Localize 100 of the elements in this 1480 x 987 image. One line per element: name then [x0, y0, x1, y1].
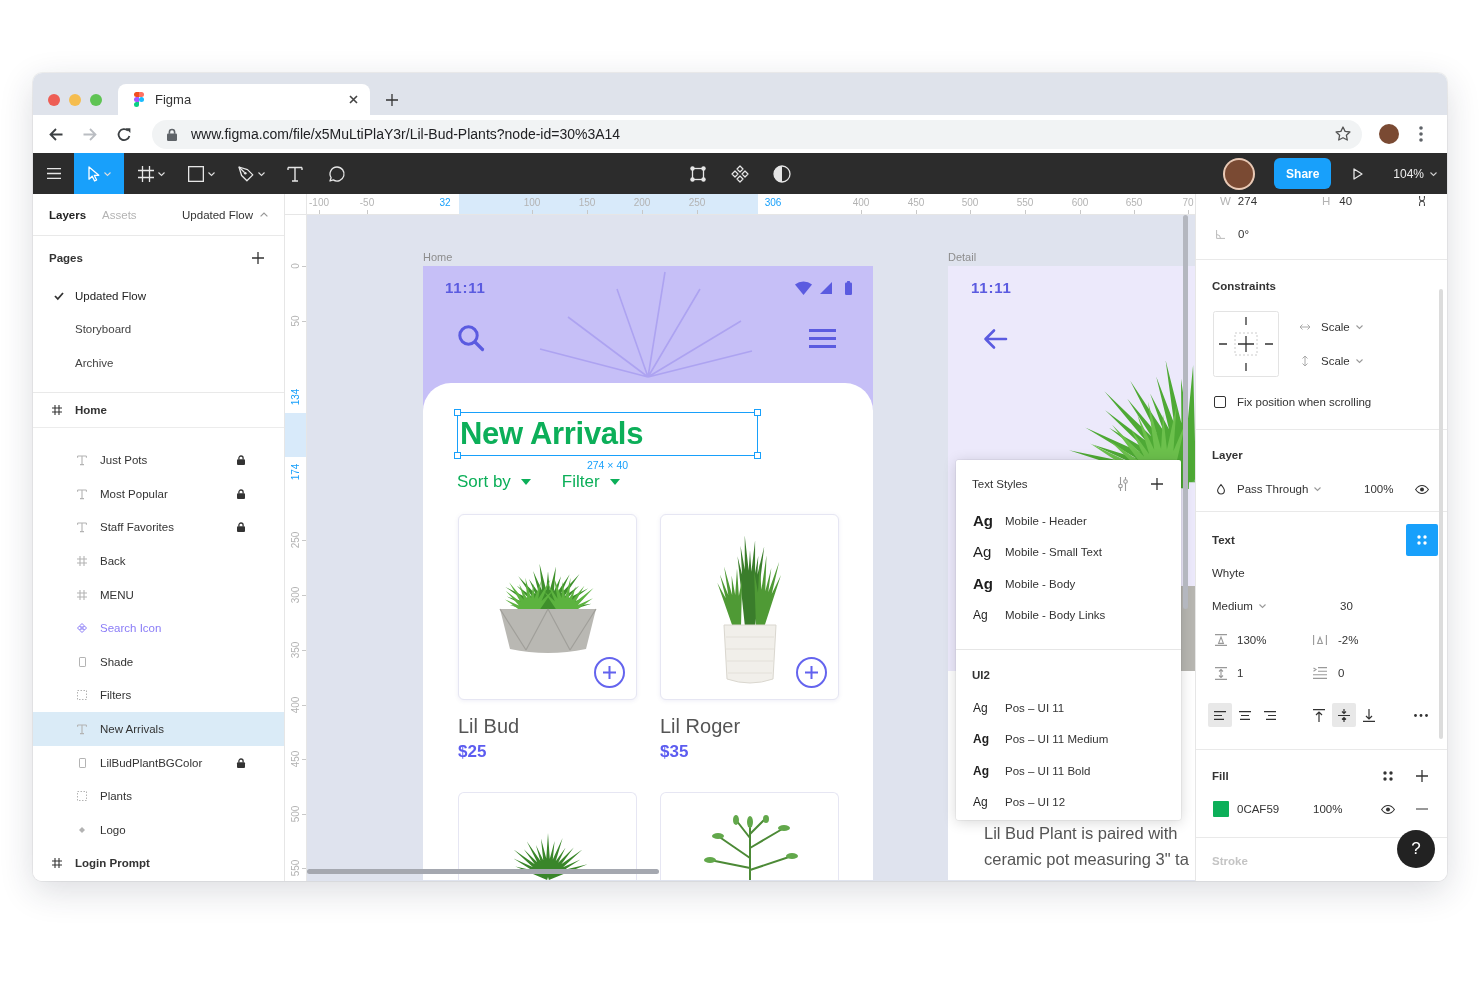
- horizontal-scrollbar[interactable]: [307, 869, 659, 874]
- diamond-icon: [79, 826, 85, 833]
- resize-handle[interactable]: [754, 409, 761, 416]
- menu-icon[interactable]: [809, 328, 836, 348]
- four-dots-icon[interactable]: [1383, 771, 1393, 781]
- more-icon[interactable]: [1414, 713, 1428, 717]
- type-sample: Ag: [973, 731, 989, 749]
- layer-item[interactable]: Search Icon: [33, 611, 284, 646]
- plus-icon[interactable]: [1416, 770, 1428, 782]
- scrollbar[interactable]: [1439, 289, 1443, 739]
- caret-icon: [609, 479, 620, 485]
- back-arrow-icon[interactable]: [49, 127, 63, 141]
- link-icon[interactable]: [1419, 196, 1425, 206]
- align-middle-button[interactable]: [1332, 703, 1356, 727]
- layer-item[interactable]: MENU: [33, 577, 284, 612]
- product-card[interactable]: [458, 514, 637, 700]
- more-vertical-icon[interactable]: [1419, 126, 1423, 142]
- section-title: Fill: [1212, 769, 1229, 783]
- text-style-item[interactable]: Ag Mobile - Body Links: [956, 599, 1181, 631]
- bounding-box-icon[interactable]: [690, 165, 706, 182]
- plus-icon[interactable]: [252, 251, 264, 264]
- eye-icon[interactable]: [1381, 804, 1395, 814]
- layer-item[interactable]: Shade: [33, 645, 284, 679]
- type-sample: Ag: [973, 762, 989, 780]
- letter-spacing-field[interactable]: -2%: [1338, 634, 1359, 646]
- dashed-square-icon: [77, 690, 87, 701]
- product-card[interactable]: [660, 792, 839, 880]
- dimension-field[interactable]: 274: [1237, 195, 1258, 207]
- lock-icon: [167, 127, 177, 141]
- user-avatar[interactable]: [1225, 159, 1254, 188]
- page-item[interactable]: Updated Flow: [33, 279, 284, 313]
- layer-item[interactable]: Plants: [33, 779, 284, 814]
- constraint-widget[interactable]: [1213, 311, 1279, 377]
- line-height-field[interactable]: 130%: [1237, 634, 1267, 646]
- dimension-field[interactable]: 40: [1339, 195, 1353, 207]
- add-button[interactable]: [796, 657, 827, 688]
- resize-handle[interactable]: [454, 409, 461, 416]
- text-style-item[interactable]: Ag Mobile - Small Text: [956, 536, 1181, 568]
- page-item[interactable]: Storyboard: [33, 312, 284, 346]
- layer-item[interactable]: Logo: [33, 813, 284, 847]
- zoom-menu-button[interactable]: 104%: [1393, 166, 1437, 181]
- layer-item[interactable]: Filters: [33, 678, 284, 713]
- product-card[interactable]: [458, 792, 637, 880]
- panel-tab[interactable]: Layers: [49, 208, 87, 221]
- opacity-field[interactable]: 100%: [1313, 803, 1343, 815]
- reload-icon[interactable]: [117, 127, 131, 141]
- align-left-button[interactable]: [1208, 703, 1232, 727]
- font-family-field[interactable]: Whyte: [1212, 567, 1245, 579]
- text-style-item[interactable]: Ag Mobile - Body: [956, 568, 1181, 600]
- layer-item[interactable]: New Arrivals: [33, 712, 284, 746]
- text-style-item[interactable]: Ag Mobile - Header: [956, 505, 1181, 537]
- page-menu-button[interactable]: Updated Flow: [182, 208, 268, 221]
- font-size-field[interactable]: 30: [1340, 600, 1353, 612]
- layer-item[interactable]: Just Pots: [33, 443, 284, 478]
- blend-mode-dropdown[interactable]: Pass Through: [1237, 483, 1322, 495]
- resize-handle[interactable]: [754, 452, 761, 459]
- opacity-field[interactable]: 100%: [1364, 483, 1394, 495]
- text-style-item[interactable]: Ag Pos – UI 11: [956, 692, 1181, 724]
- layer-item[interactable]: Staff Favorites: [33, 510, 284, 545]
- search-icon[interactable]: [458, 325, 484, 351]
- resize-handle[interactable]: [454, 452, 461, 459]
- play-icon[interactable]: [1353, 167, 1364, 180]
- layer-item[interactable]: Most Popular: [33, 477, 284, 511]
- text-style-item[interactable]: Ag Pos – UI 11 Medium: [956, 723, 1181, 755]
- rotation-field[interactable]: 0°: [1238, 228, 1249, 240]
- back-arrow-icon[interactable]: [983, 329, 1007, 349]
- layer-item[interactable]: Back: [33, 544, 284, 578]
- browser-tab[interactable]: Figma: [118, 84, 370, 115]
- layer-item[interactable]: Home: [33, 392, 284, 428]
- product-card[interactable]: [660, 514, 839, 700]
- add-button[interactable]: [594, 657, 625, 688]
- paragraph-spacing-field[interactable]: 1: [1237, 667, 1244, 679]
- color-swatch[interactable]: [1213, 801, 1229, 817]
- half-circle-icon[interactable]: [773, 164, 791, 183]
- text-style-item[interactable]: Ag Pos – UI 12: [956, 786, 1181, 818]
- star-icon[interactable]: [1335, 126, 1351, 142]
- plus-icon[interactable]: [386, 93, 398, 106]
- close-icon[interactable]: [349, 95, 358, 104]
- checkbox[interactable]: [1214, 396, 1226, 408]
- checkbox-label[interactable]: Fix position when scrolling: [1237, 396, 1372, 408]
- vertical-scrollbar[interactable]: [1183, 215, 1188, 609]
- sliders-icon[interactable]: [1118, 477, 1128, 491]
- constraint-dropdown[interactable]: Scale: [1321, 355, 1363, 367]
- text-style-item[interactable]: Ag Pos – UI 11 Bold: [956, 755, 1181, 787]
- eye-icon[interactable]: [1415, 484, 1429, 494]
- layer-item[interactable]: Login Prompt: [33, 846, 284, 881]
- page-item[interactable]: Archive: [33, 346, 284, 380]
- address-field[interactable]: www.figma.com/file/x5MuLtiPlaY3r/Lil-Bud-Plants?node-id=30%3A14: [152, 119, 1362, 149]
- constraint-dropdown[interactable]: Scale: [1321, 321, 1363, 333]
- user-avatar[interactable]: [1379, 124, 1399, 144]
- plus-icon[interactable]: [1151, 478, 1163, 490]
- ruler-label: 50: [289, 315, 301, 327]
- help-button[interactable]: ?: [1397, 830, 1435, 868]
- font-weight-dropdown[interactable]: Medium: [1212, 600, 1266, 612]
- paragraph-indent-field[interactable]: 0: [1338, 667, 1345, 679]
- four-diamonds-icon: [77, 623, 87, 634]
- four-diamonds-icon[interactable]: [731, 164, 749, 183]
- layer-item[interactable]: LilBudPlantBGColor: [33, 745, 284, 780]
- color-hex-field[interactable]: 0CAF59: [1237, 803, 1280, 815]
- window-close-button[interactable]: [48, 93, 60, 106]
